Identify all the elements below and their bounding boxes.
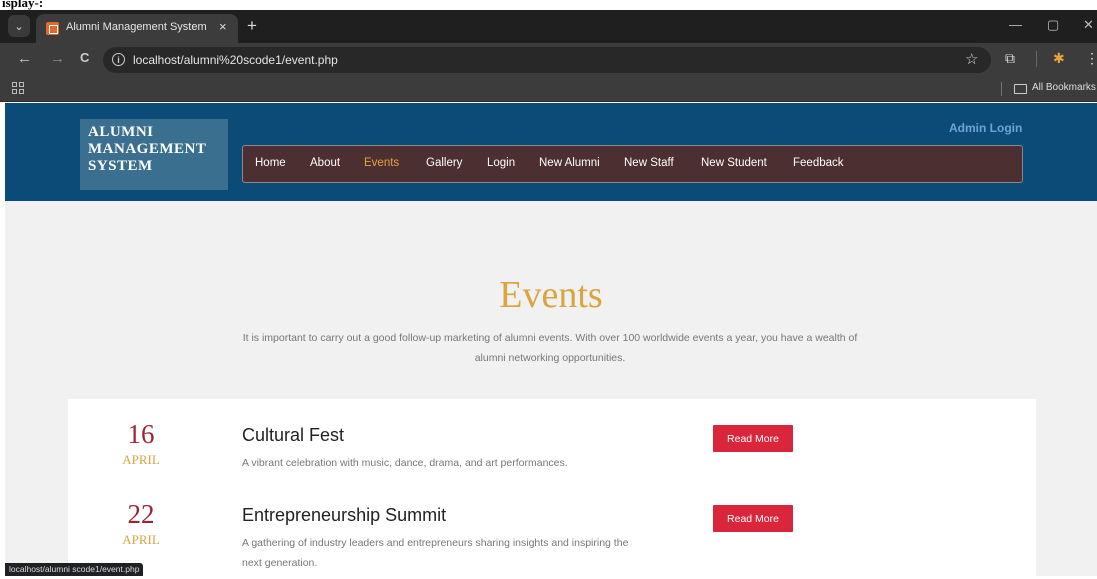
nav-login[interactable]: Login — [487, 157, 515, 169]
bookmarks-bar: All Bookmarks — [0, 76, 1097, 102]
apps-grid-icon[interactable] — [12, 82, 24, 94]
read-more-button[interactable]: Read More — [713, 505, 793, 532]
favicon-icon — [46, 22, 59, 35]
tab-close-icon[interactable]: × — [219, 19, 227, 34]
event-description: A gathering of industry leaders and entr… — [242, 537, 629, 569]
profile-avatar-icon[interactable]: ✱ — [1053, 50, 1065, 67]
browser-tab-bar: ⌄ Alumni Management System × + — ▢ ✕ — [0, 10, 1097, 43]
browser-tab[interactable]: Alumni Management System × — [36, 14, 238, 43]
minimize-icon[interactable]: — — [1009, 17, 1022, 32]
event-title: Entrepreneurship Summit — [242, 505, 447, 525]
bookmark-star-icon[interactable]: ☆ — [965, 50, 978, 68]
nav-events[interactable]: Events — [364, 157, 399, 169]
intro-text: It is important to carry out a good foll… — [242, 332, 858, 364]
read-more-button[interactable]: Read More — [713, 425, 793, 452]
event-item: 16 APRIL Cultural Fest A vibrant celebra… — [68, 419, 1036, 499]
browser-toolbar: ← → C i localhost/alumni%20scode1/event.… — [0, 43, 1097, 76]
window-close-icon[interactable]: ✕ — [1083, 17, 1094, 33]
nav-gallery[interactable]: Gallery — [426, 157, 462, 169]
extensions-icon[interactable]: ⧉ — [1005, 50, 1015, 67]
tab-title: Alumni Management System — [66, 21, 207, 33]
site-header: ALUMNI MANAGEMENT SYSTEM Admin Login Hom… — [5, 103, 1097, 201]
tab-search-icon[interactable]: ⌄ — [8, 15, 30, 37]
event-day: 16 — [127, 419, 155, 449]
event-day: 22 — [127, 499, 155, 529]
nav-feedback[interactable]: Feedback — [793, 157, 844, 169]
nav-new-staff[interactable]: New Staff — [624, 157, 674, 169]
nav-about[interactable]: About — [310, 157, 340, 169]
nav-new-student[interactable]: New Student — [701, 157, 767, 169]
caption-crop: isplay-: — [0, 0, 1097, 10]
main-content: Events It is important to carry out a go… — [5, 201, 1097, 576]
status-bar-url: localhost/alumni scode1/event.php — [5, 563, 144, 576]
admin-login-link[interactable]: Admin Login — [949, 121, 1022, 135]
toolbar-divider — [1036, 51, 1037, 67]
event-month: APRIL — [122, 532, 160, 547]
nav-home[interactable]: Home — [255, 157, 286, 169]
logo-line: ALUMNI — [88, 124, 154, 140]
back-icon[interactable]: ← — [17, 50, 32, 67]
event-description: A vibrant celebration with music, dance,… — [242, 457, 568, 469]
main-nav: Home About Events Gallery Login New Alum… — [242, 145, 1023, 183]
site-info-icon[interactable]: i — [112, 53, 125, 66]
logo-line: MANAGEMENT — [88, 141, 207, 157]
page-title: Events — [499, 274, 603, 316]
nav-new-alumni[interactable]: New Alumni — [539, 157, 600, 169]
menu-icon[interactable]: ⋮ — [1085, 50, 1097, 67]
site-logo[interactable]: ALUMNI MANAGEMENT SYSTEM — [80, 119, 228, 190]
event-title: Cultural Fest — [242, 425, 345, 445]
events-list: 16 APRIL Cultural Fest A vibrant celebra… — [68, 399, 1036, 576]
event-month: APRIL — [122, 452, 160, 467]
address-bar[interactable]: i localhost/alumni%20scode1/event.php ☆ — [103, 47, 991, 73]
forward-icon[interactable]: → — [50, 50, 65, 67]
new-tab-button[interactable]: + — [247, 16, 257, 36]
reload-icon[interactable]: C — [80, 50, 89, 65]
restore-icon[interactable]: ▢ — [1047, 17, 1059, 33]
folder-icon — [1014, 84, 1027, 94]
all-bookmarks-link[interactable]: All Bookmarks — [1032, 82, 1096, 93]
caption-text: isplay-: — [2, 0, 44, 10]
bookmarks-divider — [1001, 82, 1002, 96]
logo-line: SYSTEM — [88, 158, 153, 174]
event-item: 22 APRIL Entrepreneurship Summit A gathe… — [68, 499, 1036, 579]
url-text[interactable]: localhost/alumni%20scode1/event.php — [133, 53, 338, 67]
